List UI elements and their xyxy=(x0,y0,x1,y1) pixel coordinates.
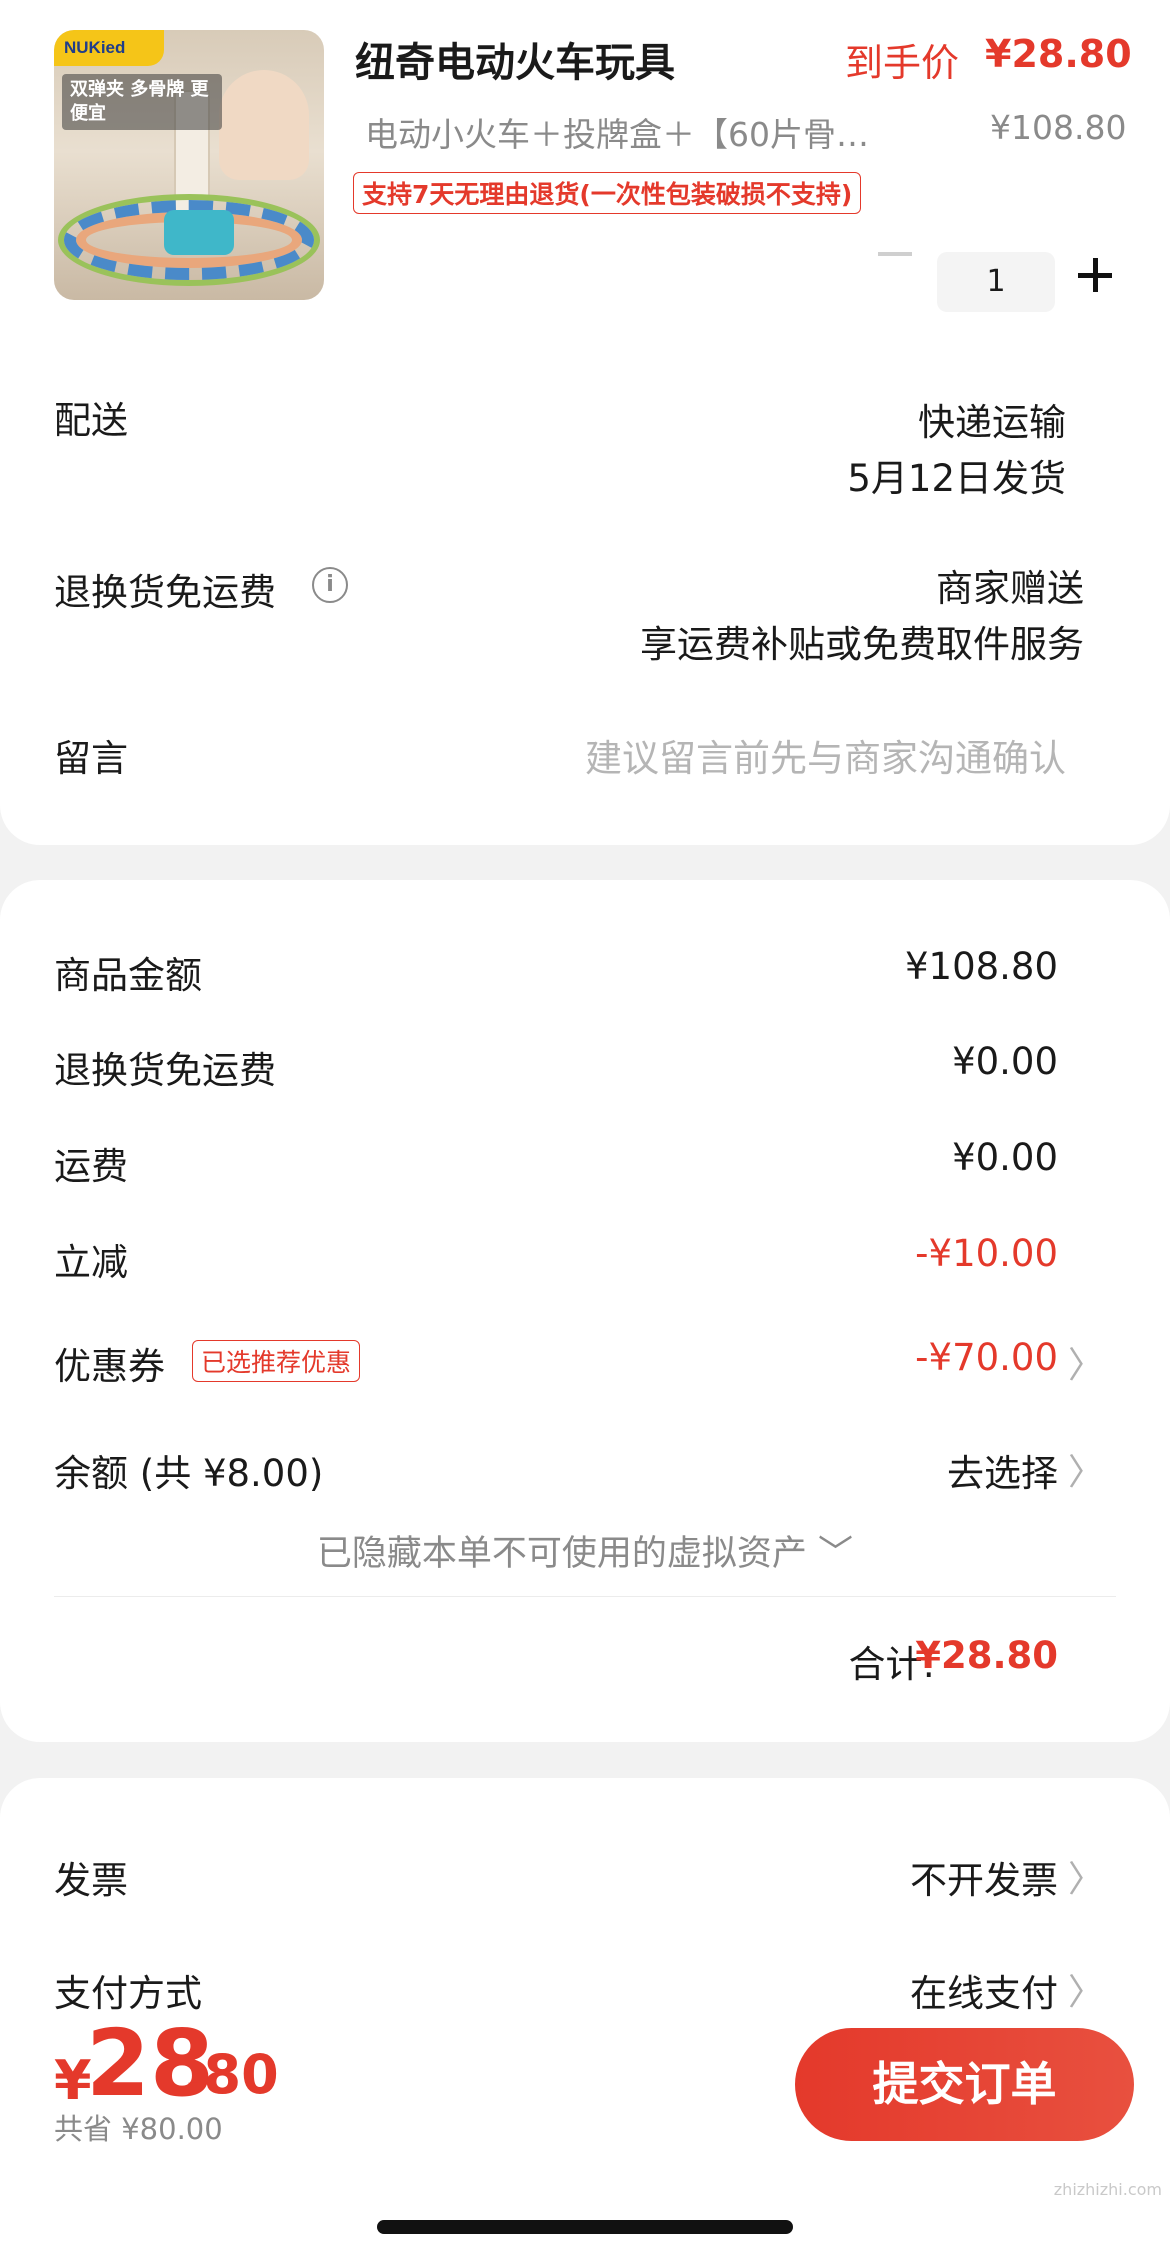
goods-amount-label: 商品金额 xyxy=(54,954,202,997)
invoice-value[interactable]: 不开发票 xyxy=(910,1850,1058,1904)
delivery-method: 快递运输 xyxy=(918,401,1066,444)
return-policy-tag: 支持7天无理由退货(一次性包装破损不支持) xyxy=(353,172,862,214)
payment-method-value[interactable]: 在线支付 xyxy=(910,1963,1058,2017)
final-price: ¥28.80 xyxy=(985,32,1132,76)
order-item-card: NUKied 双弹夹 多骨牌 更便宜 纽奇电动火车玩具 到手价 ¥28.80 电… xyxy=(0,0,1170,845)
summary-divider xyxy=(54,1596,1116,1597)
product-variant[interactable]: 电动小火车＋投牌盒＋【60片骨… xyxy=(365,108,925,156)
watermark: zhizhizhi.com xyxy=(1053,2180,1162,2199)
return-fee-label: 退换货免运费 xyxy=(54,1049,276,1092)
pay-amount-decimal: .80 xyxy=(183,2043,279,2106)
coupon-value[interactable]: -¥70.00 xyxy=(915,1336,1058,1379)
delivery-label: 配送 xyxy=(54,399,128,442)
home-indicator[interactable] xyxy=(377,2220,793,2234)
payment-chevron-icon[interactable]: 〉 xyxy=(1068,1963,1104,2015)
invoice-label: 发票 xyxy=(54,1859,128,1902)
message-input[interactable]: 建议留言前先与商家沟通确认 xyxy=(585,728,1066,782)
coupon-recommended-tag: 已选推荐优惠 xyxy=(192,1340,361,1382)
goods-amount-value: ¥108.80 xyxy=(904,945,1058,988)
quantity-decrease-button[interactable] xyxy=(878,252,912,256)
message-label: 留言 xyxy=(54,737,128,780)
product-photo-child xyxy=(219,70,309,180)
original-price: ¥108.80 xyxy=(990,108,1127,147)
coupon-label[interactable]: 优惠券 xyxy=(54,1336,165,1390)
quantity-input[interactable]: 1 xyxy=(937,252,1055,312)
invoice-chevron-icon[interactable]: 〉 xyxy=(1068,1850,1104,1902)
final-price-label: 到手价 xyxy=(845,41,960,85)
payment-method-label: 支付方式 xyxy=(54,1972,202,2015)
product-photo-train xyxy=(164,210,234,255)
return-shipping-service: 享运费补贴或免费取件服务 xyxy=(640,623,1084,666)
shipping-fee-label: 运费 xyxy=(54,1145,128,1188)
shipping-fee-value: ¥0.00 xyxy=(952,1136,1058,1179)
quantity-increase-button[interactable] xyxy=(1078,258,1112,292)
info-icon[interactable]: i xyxy=(312,567,348,603)
coupon-chevron-icon[interactable]: 〉 xyxy=(1068,1336,1104,1388)
balance-chevron-icon[interactable]: 〉 xyxy=(1068,1443,1104,1495)
balance-select[interactable]: 去选择 xyxy=(947,1443,1058,1497)
delivery-ship-date: 5月12日发货 xyxy=(847,457,1066,500)
savings-text: 共省 ¥80.00 xyxy=(54,2112,223,2146)
brand-logo: NUKied xyxy=(54,30,164,66)
total-value: ¥28.80 xyxy=(915,1634,1058,1677)
price-summary-card xyxy=(0,880,1170,1742)
return-shipping-value: 商家赠送 xyxy=(936,567,1084,610)
hidden-assets-toggle[interactable]: 已隐藏本单不可使用的虚拟资产 ﹀ xyxy=(0,1525,1170,1576)
return-fee-value: ¥0.00 xyxy=(952,1040,1058,1083)
product-image[interactable]: NUKied 双弹夹 多骨牌 更便宜 xyxy=(54,30,324,300)
discount-label: 立减 xyxy=(54,1241,128,1284)
product-title[interactable]: 纽奇电动火车玩具 xyxy=(355,30,675,88)
return-shipping-label: 退换货免运费 xyxy=(54,571,276,614)
discount-value: -¥10.00 xyxy=(915,1232,1058,1275)
submit-order-button[interactable]: 提交订单 xyxy=(795,2028,1134,2141)
balance-label: 余额 (共 ¥8.00) xyxy=(54,1452,324,1495)
image-promo-text: 双弹夹 多骨牌 更便宜 xyxy=(62,74,222,130)
